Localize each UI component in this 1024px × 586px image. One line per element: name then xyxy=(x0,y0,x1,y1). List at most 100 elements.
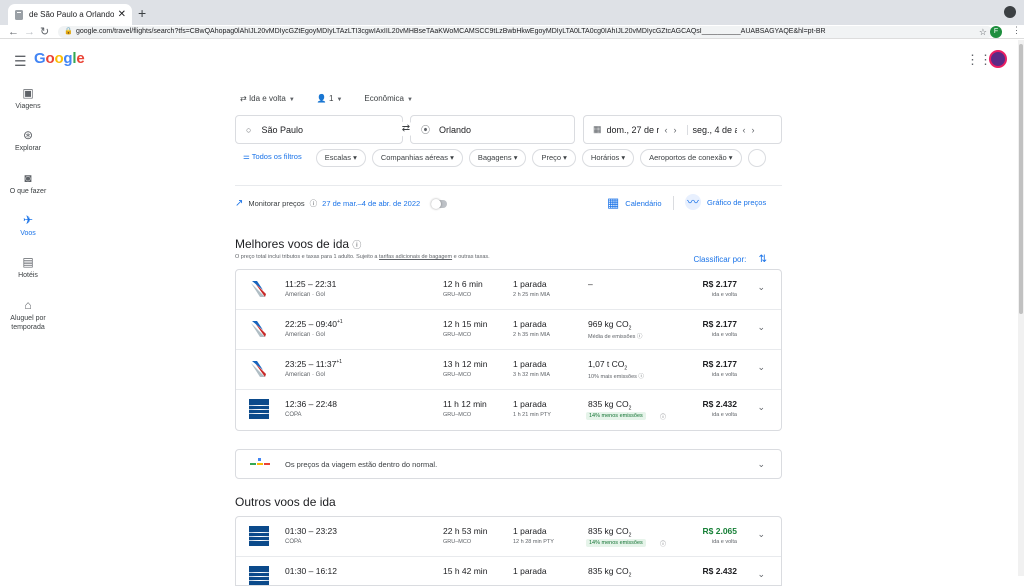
divider xyxy=(235,185,782,186)
chevron-down-icon: ▾ xyxy=(513,153,518,162)
sort-label: Classificar por: xyxy=(693,255,747,264)
expand-chevron-icon[interactable]: ⌄ xyxy=(757,402,765,413)
flight-times: 01:30 – 16:12 xyxy=(285,566,337,576)
address-bar: ← → ↻ 🔒 google.com/travel/flights/search… xyxy=(0,25,1024,39)
bed-icon: ▤ xyxy=(22,255,34,269)
return-date[interactable]: seg., 4 de ab xyxy=(686,124,737,135)
reload-icon[interactable]: ↻ xyxy=(40,25,49,39)
co2-sub: 2 xyxy=(624,365,628,372)
browser-menu-icon[interactable]: ⋮ xyxy=(1012,25,1021,36)
sidebar-item-hoteis[interactable]: ▤ Hotéis xyxy=(0,255,56,279)
google-logo[interactable]: Google xyxy=(34,50,85,67)
baggage-fees-link[interactable]: tarifas adicionais de bagagem xyxy=(379,254,452,260)
time-text: 01:30 – 16:12 xyxy=(285,566,337,576)
stop-detail: 2 h 35 min MIA xyxy=(513,332,550,338)
filter-chip-preco[interactable]: Preço ▾ xyxy=(532,149,576,167)
sidebar-item-viagens[interactable]: ▣ Viagens xyxy=(0,86,56,110)
sidebar-item-aluguel[interactable]: ⌂ Aluguel por temporada xyxy=(0,298,56,332)
url-field[interactable]: 🔒 google.com/travel/flights/search?tfs=C… xyxy=(58,26,993,38)
search-options: ⇄ Ida e volta ▼ 👤 1 ▼ Econômica ▼ xyxy=(240,94,413,103)
scrollbar[interactable] xyxy=(1018,40,1024,576)
avatar[interactable] xyxy=(989,50,1007,68)
prev-date-icon[interactable]: ‹ xyxy=(743,125,746,135)
info-icon[interactable]: ⓘ xyxy=(660,412,666,421)
calendar-view-icon: ▦ xyxy=(607,195,620,210)
price-graph-button[interactable]: 〰 Gráfico de preços xyxy=(685,194,766,210)
expand-chevron-icon[interactable]: ⌄ xyxy=(757,322,765,333)
back-icon[interactable]: ← xyxy=(8,25,19,39)
sidebar-item-o-que-fazer[interactable]: ◙ O que fazer xyxy=(0,171,56,195)
price-note: ida e volta xyxy=(711,372,737,378)
profile-icon[interactable]: F xyxy=(990,26,1002,38)
sort-button[interactable]: Classificar por: ⇅ xyxy=(693,254,767,265)
expand-chevron-icon[interactable]: ⌄ xyxy=(757,282,765,293)
flight-row[interactable]: 12:36 – 22:48 COPA 11 h 12 min GRU–MCO 1… xyxy=(236,390,781,430)
info-icon[interactable]: ⓘ xyxy=(310,198,318,209)
filter-chip-aeroportos[interactable]: Aeroportos de conexão ▾ xyxy=(640,149,742,167)
trip-type-label: Ida e volta xyxy=(248,94,286,103)
destination-field[interactable]: ⦿ Orlando xyxy=(410,115,575,144)
price-note: ida e volta xyxy=(711,332,737,338)
time-text: 01:30 – 23:23 xyxy=(285,526,337,536)
date-field[interactable]: ▦ dom., 27 de r ‹ › seg., 4 de ab ‹ › xyxy=(583,115,782,144)
window-menu-icon[interactable] xyxy=(1004,6,1016,18)
new-tab-icon[interactable]: + xyxy=(138,5,146,21)
browser-tab[interactable]: de São Paulo a Orlando | Goog ✕ xyxy=(8,4,132,25)
sidebar-item-voos[interactable]: ✈ Voos xyxy=(0,213,56,237)
expand-chevron-icon[interactable]: ⌄ xyxy=(757,362,765,373)
filter-chip-more[interactable] xyxy=(747,149,766,167)
info-icon[interactable]: ⓘ xyxy=(352,240,361,250)
calendar-label: Calendário xyxy=(625,198,662,208)
calendar-button[interactable]: ▦ Calendário xyxy=(607,195,662,211)
flight-row[interactable]: 01:30 – 23:23 COPA 22 h 53 min GRU–MCO 1… xyxy=(236,517,781,557)
origin-field[interactable]: ○ São Paulo xyxy=(235,115,403,144)
flight-row[interactable]: 01:30 – 16:12 15 h 42 min 1 parada 835 k… xyxy=(236,557,781,585)
cabin-select[interactable]: Econômica ▼ xyxy=(364,94,413,103)
prev-date-icon[interactable]: ‹ xyxy=(665,125,668,135)
trip-type-select[interactable]: ⇄ Ida e volta ▼ xyxy=(240,94,295,103)
co2-sub: 2 xyxy=(628,405,632,412)
next-date-icon[interactable]: › xyxy=(752,125,755,135)
co2: 835 kg CO2 xyxy=(588,526,631,539)
passengers-select[interactable]: 👤 1 ▼ xyxy=(317,94,343,103)
bookmark-star-icon[interactable]: ☆ xyxy=(979,26,987,38)
flight-row[interactable]: 11:25 – 22:31 American · Gol 12 h 6 min … xyxy=(236,270,781,310)
info-icon[interactable]: ⓘ xyxy=(660,539,666,548)
expand-chevron-icon[interactable]: ⌄ xyxy=(757,529,765,540)
origin-value: São Paulo xyxy=(261,124,303,135)
filter-chip-horarios[interactable]: Horários ▾ xyxy=(581,149,635,167)
chevron-down-icon: ▼ xyxy=(336,97,343,103)
scrollbar-thumb[interactable] xyxy=(1019,44,1023,314)
menu-icon[interactable]: ☰ xyxy=(14,53,27,70)
filter-chip-escalas[interactable]: Escalas ▾ xyxy=(315,149,366,167)
tracker-toggle[interactable] xyxy=(431,198,448,209)
close-tab-icon[interactable]: ✕ xyxy=(118,9,126,20)
expand-chevron-icon[interactable]: ⌄ xyxy=(757,459,765,470)
flight-row[interactable]: 23:25 – 11:37+1 American · Gol 13 h 12 m… xyxy=(236,350,781,390)
house-icon: ⌂ xyxy=(24,298,32,312)
copa-airlines-logo xyxy=(249,566,269,585)
camera-icon: ◙ xyxy=(24,171,32,185)
price-tracker: ↗ Monitorar preços ⓘ 27 de mar.–4 de abr… xyxy=(235,198,448,209)
sidebar-item-label: Viagens xyxy=(15,103,41,110)
expand-chevron-icon[interactable]: ⌄ xyxy=(757,569,765,580)
chip-label: Aeroportos de conexão xyxy=(649,153,727,162)
price-insight-card[interactable]: Os preços da viagem estão dentro do norm… xyxy=(235,449,782,479)
flight-times: 22:25 – 09:40+1 xyxy=(285,319,343,329)
co2-value: 969 kg CO xyxy=(588,319,629,329)
flights-favicon-icon xyxy=(15,9,23,20)
next-date-icon[interactable]: › xyxy=(674,125,677,135)
filter-chip-companhias[interactable]: Companhias aéreas ▾ xyxy=(371,149,463,167)
forward-icon[interactable]: → xyxy=(24,25,35,39)
filter-chip-bagagens[interactable]: Bagagens ▾ xyxy=(468,149,527,167)
all-filters-button[interactable]: ⚌ Todos os filtros xyxy=(235,149,310,167)
passengers-label: 1 xyxy=(329,94,334,103)
sidebar-item-explorar[interactable]: ⊛ Explorar xyxy=(0,128,56,152)
depart-date[interactable]: dom., 27 de r xyxy=(607,125,659,135)
tab-title: de São Paulo a Orlando | Goog xyxy=(29,10,114,19)
flight-row[interactable]: 22:25 – 09:40+1 American · Gol 12 h 15 m… xyxy=(236,310,781,350)
swap-icon[interactable]: ⇄ xyxy=(398,121,414,137)
price: R$ 2.432 xyxy=(702,566,738,576)
note-text: e outras taxas. xyxy=(452,254,490,260)
price: R$ 2.177 xyxy=(702,279,738,289)
